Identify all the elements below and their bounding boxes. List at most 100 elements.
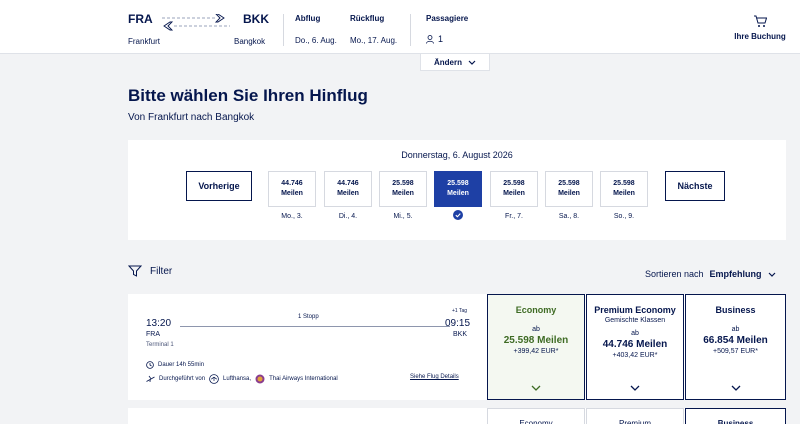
operated-by: Durchgeführt von Lufthansa, Thai Airways… bbox=[146, 374, 338, 384]
departure-terminal: Terminal 1 bbox=[146, 342, 174, 348]
flight-timeline bbox=[180, 326, 450, 327]
fare-premium-economy[interactable]: Premium Economy Gemischte Klassen ab 44.… bbox=[586, 294, 684, 400]
return-label: Rückflug bbox=[350, 14, 385, 23]
date-option[interactable]: 44.746 Meilen bbox=[324, 171, 372, 207]
passengers-field[interactable]: Passagiere 1 bbox=[426, 14, 468, 44]
fare-surcharge: +509,57 EUR* bbox=[713, 348, 758, 355]
page-title: Bitte wählen Sie Ihren Hinflug bbox=[128, 86, 368, 105]
fare-title: Premium Economy bbox=[594, 305, 676, 315]
chevron-down-icon bbox=[686, 385, 785, 391]
plane-icon bbox=[146, 375, 155, 383]
lufthansa-logo-icon bbox=[209, 374, 219, 384]
flight-duration: Dauer 14h 55min bbox=[146, 361, 204, 369]
selected-check-icon bbox=[434, 210, 482, 220]
route-summary[interactable]: FRA Frankfurt BKK Bangkok bbox=[128, 10, 269, 50]
chevron-down-icon bbox=[768, 272, 775, 277]
date-option[interactable]: 25.598 Meilen bbox=[379, 171, 427, 207]
date-option-label: Mo., 3. bbox=[281, 213, 303, 220]
origin-city: Frankfurt bbox=[128, 37, 161, 46]
passengers-count: 1 bbox=[438, 34, 444, 44]
change-search-button[interactable]: Ändern bbox=[420, 54, 490, 71]
cart-icon bbox=[754, 15, 767, 27]
date-selector: Donnerstag, 6. August 2026 Vorherige Näc… bbox=[128, 140, 786, 240]
flight-path-icon bbox=[162, 14, 230, 31]
filter-button[interactable]: Filter bbox=[128, 265, 172, 277]
funnel-icon bbox=[128, 265, 142, 277]
sort-dropdown[interactable]: Sortieren nach Empfehlung bbox=[645, 269, 776, 279]
date-option-miles: 25.598 bbox=[503, 180, 525, 187]
outbound-date-field[interactable]: Abflug Do., 6. Aug. bbox=[295, 14, 337, 45]
person-icon bbox=[426, 34, 434, 44]
previous-dates-button[interactable]: Vorherige bbox=[186, 171, 252, 201]
filter-label: Filter bbox=[150, 265, 173, 277]
fare-prefix: ab bbox=[731, 326, 740, 333]
date-option-unit: Meilen bbox=[558, 190, 580, 197]
airline-thai: Thai Airways International bbox=[269, 376, 338, 382]
fare-surcharge: +403,42 EUR* bbox=[612, 352, 658, 359]
departure-time: 13:20 bbox=[146, 318, 172, 329]
date-option-unit: Meilen bbox=[337, 190, 359, 197]
header-bar: FRA Frankfurt BKK Bangkok Abflug Do., 6.… bbox=[0, 0, 800, 54]
fare-subtitle: Gemischte Klassen bbox=[604, 317, 666, 324]
date-option-miles: 25.598 bbox=[392, 180, 414, 187]
thai-airways-logo-icon bbox=[255, 374, 265, 384]
fare-prefix: ab bbox=[631, 330, 639, 337]
date-option-unit: Meilen bbox=[392, 190, 414, 197]
divider bbox=[283, 14, 284, 46]
outbound-label: Abflug bbox=[295, 14, 321, 23]
return-date-field[interactable]: Rückflug Mo., 17. Aug. bbox=[350, 14, 397, 45]
date-option-selected[interactable]: 25.598 Meilen bbox=[434, 171, 482, 207]
date-option-unit: Meilen bbox=[447, 190, 469, 197]
date-option[interactable]: 44.746 Meilen bbox=[268, 171, 316, 207]
fare-prefix: ab bbox=[532, 326, 540, 333]
flight-result-card: Economy Premium Business bbox=[128, 408, 786, 424]
arrival-time: 09:15 bbox=[445, 318, 471, 329]
day-offset: +1 Tag bbox=[452, 308, 468, 314]
airline-lufthansa: Lufthansa, bbox=[223, 376, 252, 382]
date-option[interactable]: 25.598 Meilen bbox=[600, 171, 648, 207]
sort-value: Empfehlung bbox=[709, 269, 762, 279]
flight-details-link[interactable]: Siehe Flug Details bbox=[410, 374, 459, 380]
operated-by-label: Durchgeführt von bbox=[159, 376, 206, 382]
arrival-code: BKK bbox=[453, 331, 468, 338]
date-option-unit: Meilen bbox=[281, 190, 303, 197]
origin-code: FRA bbox=[128, 12, 153, 26]
page-subtitle: Von Frankfurt nach Bangkok bbox=[128, 112, 255, 123]
date-option-label: So., 9. bbox=[613, 213, 635, 220]
selected-date-heading: Donnerstag, 6. August 2026 bbox=[401, 150, 513, 160]
date-option-unit: Meilen bbox=[613, 190, 635, 197]
date-option-label: Fr., 7. bbox=[505, 213, 523, 220]
date-option-miles: 25.598 bbox=[447, 180, 469, 187]
date-option-miles: 25.598 bbox=[613, 180, 635, 187]
sort-label: Sortieren nach bbox=[645, 269, 704, 279]
clock-icon bbox=[146, 361, 154, 369]
fare-premium-economy[interactable]: Premium bbox=[586, 408, 684, 424]
date-option-unit: Meilen bbox=[503, 190, 525, 197]
departure-code: FRA bbox=[146, 331, 160, 338]
divider bbox=[410, 14, 411, 46]
chevron-down-icon bbox=[488, 385, 584, 391]
fare-miles: 25.598 Meilen bbox=[503, 335, 569, 346]
fare-business[interactable]: Business bbox=[685, 408, 786, 424]
fare-miles: 44.746 Meilen bbox=[602, 339, 668, 350]
date-option-miles: 44.746 bbox=[281, 180, 303, 187]
fare-title: Economy bbox=[515, 305, 557, 315]
chevron-down-icon bbox=[468, 60, 476, 65]
date-option[interactable]: 25.598 Meilen bbox=[490, 171, 538, 207]
date-option-miles: 44.746 bbox=[337, 180, 359, 187]
destination-city: Bangkok bbox=[234, 37, 266, 46]
passengers-label: Passagiere bbox=[426, 14, 469, 23]
fare-title: Business bbox=[715, 305, 756, 315]
outbound-date: Do., 6. Aug. bbox=[295, 36, 337, 45]
booking-cart-button[interactable]: Ihre Buchung bbox=[732, 15, 788, 41]
stops-count: 1 Stopp bbox=[298, 314, 319, 320]
date-option[interactable]: 25.598 Meilen bbox=[545, 171, 593, 207]
date-option-miles: 25.598 bbox=[558, 180, 580, 187]
next-dates-button[interactable]: Nächste bbox=[665, 171, 725, 201]
date-option-label: Mi., 5. bbox=[393, 213, 413, 220]
chevron-down-icon bbox=[587, 385, 683, 391]
fare-economy[interactable]: Economy bbox=[487, 408, 585, 424]
fare-economy[interactable]: Economy ab 25.598 Meilen +399,42 EUR* bbox=[487, 294, 585, 400]
fare-business[interactable]: Business ab 66.854 Meilen +509,57 EUR* bbox=[685, 294, 786, 400]
change-label: Ändern bbox=[434, 57, 462, 67]
